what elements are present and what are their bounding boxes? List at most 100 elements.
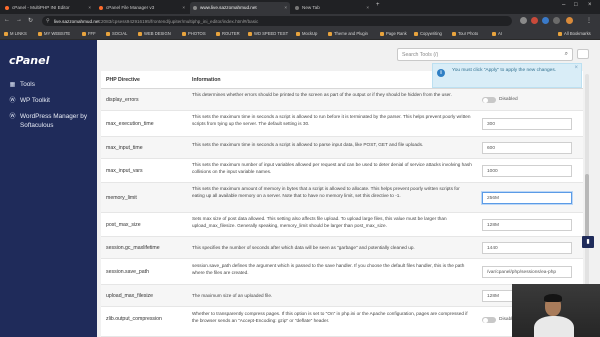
table-row: session.save_path session.save_path defi… <box>101 259 583 285</box>
directive-name: max_execution_time <box>106 121 154 127</box>
directive-info: This sets the maximum amount of memory i… <box>192 186 460 198</box>
url-field[interactable]: ⚲ live.sazzomahmud.net:2083/cpsess942916… <box>42 16 512 26</box>
wordpress-icon: Ⓦ <box>9 114 16 120</box>
directive-info: This sets the maximum time in seconds a … <box>192 142 424 147</box>
table-row: max_input_vars This sets the maximum num… <box>101 159 583 183</box>
bookmark-item[interactable]: Theme and Plugin <box>328 31 368 36</box>
browser-tab[interactable]: cPanel - MultiPHP INI Editor × <box>2 2 94 14</box>
bookmark-item[interactable]: SOCIAL <box>106 31 127 36</box>
maximize-icon[interactable]: □ <box>574 2 578 8</box>
close-tab-icon[interactable]: × <box>182 5 185 10</box>
menu-icon[interactable]: ⋮ <box>586 17 592 24</box>
bookmark-item[interactable]: M LINKS <box>4 31 27 36</box>
directive-info: Sets max size of post data allowed. This… <box>192 216 447 228</box>
table-row: post_max_size Sets max size of post data… <box>101 213 583 237</box>
table-row: upload_max_filesize The maximum size of … <box>101 285 583 307</box>
browser-tab[interactable]: New Tab × <box>292 2 372 14</box>
cpanel-favicon-icon <box>5 6 9 10</box>
browser-tab-active[interactable]: www.live.sazzomahmud.net × <box>190 2 290 14</box>
column-header-information: Information <box>192 77 221 83</box>
url-host: live.sazzomahmud.net <box>54 18 100 24</box>
url-path: :2083/cpsess942916195/frontend/jupiter/m… <box>99 18 259 24</box>
close-tab-icon[interactable]: × <box>366 5 369 10</box>
zlib-output-compression-toggle[interactable] <box>482 317 496 323</box>
info-icon: i <box>437 69 445 77</box>
tab-title: New Tab <box>302 5 320 10</box>
extension-icon[interactable] <box>520 17 527 24</box>
bookmark-item[interactable]: FFF <box>82 31 96 36</box>
scrollbar-thumb[interactable] <box>585 174 589 244</box>
max-input-time-input[interactable]: 600 <box>482 142 572 154</box>
close-tab-icon[interactable]: × <box>88 5 91 10</box>
extension-icon[interactable] <box>542 17 549 24</box>
cpanel-logo[interactable]: cPanel <box>9 54 49 67</box>
directive-name: post_max_size <box>106 222 141 228</box>
wordpress-icon: Ⓦ <box>9 98 16 104</box>
directive-name: session.gc_maxlifetime <box>106 245 160 251</box>
tab-title: cPanel - MultiPHP INI Editor <box>12 5 70 10</box>
bookmark-item[interactable]: Tour Photo <box>452 31 478 36</box>
tab-title: www.live.sazzomahmud.net <box>200 5 257 10</box>
bookmark-item[interactable]: Copywriting <box>414 31 442 36</box>
stats-chart-icon[interactable]: ▮ <box>582 236 594 248</box>
browser-tab[interactable]: cPanel File Manager v3 × <box>96 2 188 14</box>
table-row: zlib.output_compression Whether to trans… <box>101 307 583 337</box>
search-tools-input[interactable]: Search Tools (/) ⌕ <box>397 48 573 61</box>
directive-info: This determines whether errors should be… <box>192 92 452 97</box>
directive-name: zlib.output_compression <box>106 316 162 322</box>
column-header-directive: PHP Directive <box>106 77 140 83</box>
close-alert-icon[interactable]: × <box>574 65 578 71</box>
close-window-icon[interactable]: × <box>588 2 592 8</box>
directive-info: session.save_path defines the argument w… <box>192 263 465 275</box>
address-bar: ← → ↻ ⚲ live.sazzomahmud.net:2083/cpsess… <box>0 14 600 28</box>
close-tab-icon[interactable]: × <box>284 5 287 10</box>
sidebar-item-wp-toolkit[interactable]: Ⓦ WP Toolkit <box>9 96 93 105</box>
extension-icon[interactable] <box>553 17 560 24</box>
forward-icon[interactable]: → <box>16 17 22 23</box>
directive-info: This sets the maximum number of input va… <box>192 162 472 174</box>
session-gc-maxlifetime-input[interactable]: 1440 <box>482 242 572 254</box>
sidebar-item-label: WordPress Manager by Softaculous <box>20 113 88 129</box>
new-tab-icon <box>295 6 299 10</box>
profile-avatar[interactable] <box>566 17 573 24</box>
bookmark-item[interactable]: WEB DESIGN <box>138 31 171 36</box>
user-menu-button[interactable] <box>577 49 589 59</box>
session-save-path-input[interactable]: /var/cpanel/php/sessions/ea-php <box>482 266 572 278</box>
max-execution-time-input[interactable]: 300 <box>482 118 572 130</box>
directive-info: Whether to transparently compress pages.… <box>192 311 468 323</box>
bookmark-item[interactable]: WD SPEED TEST <box>248 31 288 36</box>
bookmark-item[interactable]: MY WEBSITE <box>38 31 70 36</box>
reload-icon[interactable]: ↻ <box>28 17 33 24</box>
browser-tab-strip: cPanel - MultiPHP INI Editor × cPanel Fi… <box>0 0 600 14</box>
search-icon: ⌕ <box>564 51 568 57</box>
cpanel-favicon-icon <box>99 6 103 10</box>
bookmarks-bar: M LINKS MY WEBSITE FFF SOCIAL WEB DESIGN… <box>0 28 600 40</box>
minimize-icon[interactable]: – <box>562 2 565 8</box>
directive-name: memory_limit <box>106 195 137 201</box>
display-errors-toggle[interactable] <box>482 97 496 103</box>
new-tab-plus-icon[interactable]: + <box>376 2 380 8</box>
all-bookmarks[interactable]: All Bookmarks <box>558 31 591 36</box>
bookmark-item[interactable]: PHOTOS <box>182 31 206 36</box>
memory-limit-input[interactable]: 256M <box>482 192 572 204</box>
sidebar-item-tools[interactable]: ▦ Tools <box>9 80 93 89</box>
directive-info: This specifies the number of seconds aft… <box>192 245 415 250</box>
post-max-size-input[interactable]: 128M <box>482 219 572 231</box>
webcam-overlay <box>512 284 600 337</box>
directive-name: max_input_vars <box>106 168 143 174</box>
directive-info: This sets the maximum time in seconds a … <box>192 114 471 126</box>
bookmark-item[interactable]: Page Rank <box>380 31 407 36</box>
bookmark-item[interactable]: ROUTER <box>216 31 240 36</box>
directive-name: upload_max_filesize <box>106 293 154 299</box>
table-row: max_input_time This sets the maximum tim… <box>101 137 583 159</box>
sidebar-item-wordpress-manager[interactable]: Ⓦ WordPress Manager by Softaculous <box>9 112 93 130</box>
back-icon[interactable]: ← <box>4 17 10 23</box>
bookmark-item[interactable]: MockUp <box>296 31 317 36</box>
grid-icon: ▦ <box>9 82 16 88</box>
tab-title: cPanel File Manager v3 <box>106 5 155 10</box>
directive-name: session.save_path <box>106 269 149 275</box>
bookmark-item[interactable]: AI <box>492 31 502 36</box>
directive-name: display_errors <box>106 97 139 103</box>
max-input-vars-input[interactable]: 1000 <box>482 165 572 177</box>
extension-icon[interactable] <box>531 17 538 24</box>
